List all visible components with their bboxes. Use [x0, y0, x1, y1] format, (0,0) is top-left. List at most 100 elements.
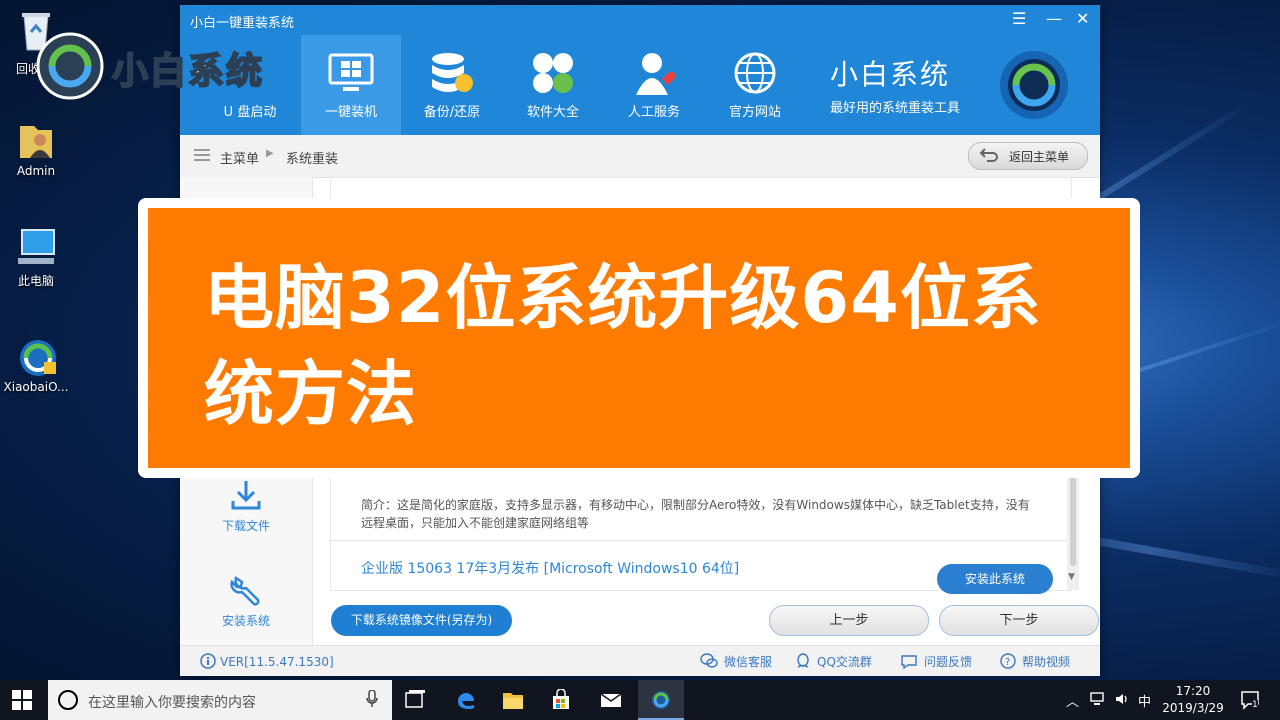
desktop-icon-label: XiaobaiO... — [3, 380, 69, 394]
install-system-button[interactable]: 安装此系统 — [937, 564, 1053, 594]
nav-label: 备份/还原 — [423, 105, 481, 120]
previous-step-button[interactable]: 上一步 — [769, 605, 929, 636]
status-bar: VER[11.5.47.1530] 微信客服 QQ交流群 问题反馈 ? 帮助视频 — [180, 645, 1100, 676]
desktop-icon-xiaobai[interactable]: XiaobaiO... — [0, 336, 72, 394]
brand-logo-icon — [998, 49, 1070, 121]
menu-icon[interactable]: ☰ — [1012, 9, 1026, 28]
cortana-icon — [58, 690, 78, 710]
title-banner: 电脑32位系统升级64位系 统方法 — [138, 198, 1140, 478]
qq-icon — [797, 653, 809, 668]
brand-name: 小白系统 — [830, 58, 951, 91]
store-icon — [553, 689, 569, 709]
clock[interactable]: 17:20 2019/3/29 — [1160, 683, 1226, 717]
desktop-icon-admin[interactable]: Admin — [0, 120, 72, 178]
windows-logo-icon — [12, 690, 32, 710]
minimize-icon[interactable]: — — [1046, 9, 1062, 28]
feedback-icon — [901, 655, 917, 670]
wrench-icon — [228, 572, 264, 608]
clock-date: 2019/3/29 — [1162, 701, 1224, 715]
nav-label: 人工服务 — [627, 105, 680, 120]
xiaobai-app-icon — [16, 336, 56, 376]
wechat-support-link[interactable]: 微信客服 — [700, 653, 772, 670]
nav-one-click-install[interactable]: 一键装机 — [301, 35, 401, 135]
step-label: 下载文件 — [221, 519, 270, 533]
status-link-label: 帮助视频 — [1022, 655, 1071, 669]
apps-grid-icon — [529, 49, 577, 97]
clock-time: 17:20 — [1175, 684, 1211, 698]
scrollbar-thumb[interactable] — [1070, 474, 1076, 566]
nav-official-site[interactable]: 官方网站 — [705, 35, 805, 135]
scrollbar[interactable]: ▼ — [1067, 468, 1079, 590]
close-icon[interactable]: ✕ — [1076, 9, 1089, 28]
nav-software[interactable]: 软件大全 — [503, 35, 603, 135]
system-edition-title: 企业版 15063 17年3月发布 [Microsoft Windows10 6… — [361, 561, 740, 577]
qq-group-link[interactable]: QQ交流群 — [795, 653, 872, 670]
taskbar: 在这里输入你要搜索的内容 ︿ 中 17:20 2019/3/29 1 — [0, 680, 1280, 720]
wechat-icon — [700, 653, 718, 668]
status-link-label: QQ交流群 — [817, 655, 872, 669]
task-view-button[interactable] — [392, 680, 438, 720]
step-download-files[interactable]: 下载文件 — [180, 477, 312, 534]
svg-text:?: ? — [1005, 657, 1010, 668]
scroll-down-icon[interactable]: ▼ — [1068, 572, 1075, 582]
return-arrow-icon — [979, 147, 999, 166]
microphone-icon[interactable] — [366, 689, 378, 712]
nav-backup-restore[interactable]: 备份/还原 — [402, 35, 502, 135]
nav-label: 官方网站 — [728, 105, 781, 120]
user-folder-icon — [16, 120, 56, 160]
breadcrumb-root[interactable]: 主菜单 — [220, 148, 259, 167]
step-install-system[interactable]: 安装系统 — [180, 572, 312, 629]
start-button[interactable] — [12, 690, 32, 714]
brand: 小白系统 最好用的系统重装工具 — [830, 45, 1070, 125]
banner-title-line-1: 电脑32位系统升级64位系 — [204, 257, 1042, 339]
watermark-logo: 小白系统 — [34, 30, 274, 102]
globe-icon — [731, 49, 779, 97]
brand-slogan: 最好用的系统重装工具 — [830, 101, 961, 116]
nav-support[interactable]: 人工服务 — [604, 35, 704, 135]
chevron-right-icon: ▶ — [266, 148, 274, 159]
search-placeholder: 在这里输入你要搜索的内容 — [88, 695, 256, 711]
version: VER[11.5.47.1530] — [200, 653, 334, 669]
network-icon[interactable] — [1090, 691, 1106, 711]
xiaobai-logo-icon — [36, 32, 104, 100]
taskbar-xiaobai[interactable] — [638, 680, 684, 720]
nav-label: 一键装机 — [324, 105, 377, 120]
desktop-icon-label: 此电脑 — [17, 274, 54, 288]
chevron-up-icon[interactable]: ︿ — [1066, 691, 1079, 710]
download-image-button[interactable]: 下载系统镜像文件(另存为) — [331, 605, 512, 636]
desktop-icon-label: Admin — [16, 164, 56, 178]
system-description: 简介：这是简化的家庭版，支持多显示器，有移动中心，限制部分Aero特效，没有Wi… — [361, 498, 1030, 530]
back-to-main-label: 返回主菜单 — [1009, 150, 1070, 164]
task-view-icon — [405, 690, 425, 708]
volume-icon[interactable] — [1114, 691, 1130, 711]
support-person-icon — [630, 49, 678, 97]
taskbar-search[interactable]: 在这里输入你要搜索的内容 — [48, 680, 392, 720]
step-label: 安装系统 — [221, 614, 270, 628]
desktop-icon-this-pc[interactable]: 此电脑 — [0, 228, 72, 289]
feedback-link[interactable]: 问题反馈 — [900, 653, 972, 670]
edge-browser-icon — [458, 693, 474, 709]
input-method-indicator[interactable]: 中 — [1138, 691, 1151, 710]
back-to-main-button[interactable]: 返回主菜单 — [968, 142, 1088, 170]
database-backup-icon — [428, 49, 476, 97]
status-link-label: 微信客服 — [724, 655, 773, 669]
nav-label: 软件大全 — [526, 105, 579, 120]
version-label: VER[11.5.47.1530] — [220, 655, 334, 669]
list-icon — [194, 149, 210, 165]
mail-icon — [600, 693, 622, 707]
download-icon — [228, 477, 264, 513]
help-video-link[interactable]: ? 帮助视频 — [1000, 653, 1070, 670]
top-nav: U 盘启动 一键装机 备份/还原 软件大全 人工服务 官方网站 小白系统 最好用… — [180, 35, 1100, 135]
next-step-button[interactable]: 下一步 — [939, 605, 1099, 636]
help-icon: ? — [1000, 653, 1016, 669]
breadcrumb: 主菜单 ▶ 系统重装 返回主菜单 — [180, 135, 1100, 178]
taskbar-edge[interactable] — [443, 680, 489, 720]
info-icon — [200, 653, 216, 669]
taskbar-store[interactable] — [538, 680, 584, 720]
notification-center[interactable]: 1 — [1240, 690, 1260, 714]
breadcrumb-current: 系统重装 — [286, 152, 339, 167]
taskbar-file-explorer[interactable] — [490, 680, 536, 720]
divider — [331, 540, 1071, 541]
computer-icon — [16, 228, 56, 268]
taskbar-mail[interactable] — [588, 680, 634, 720]
